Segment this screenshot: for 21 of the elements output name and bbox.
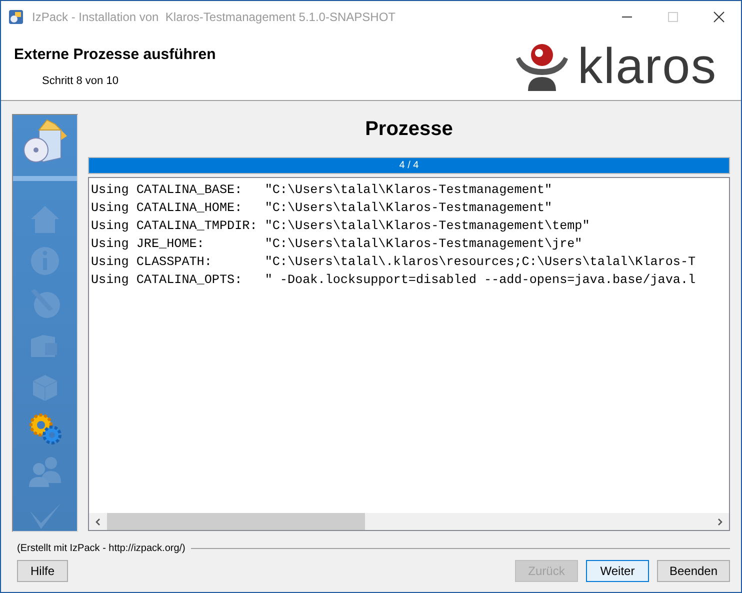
next-button[interactable]: Weiter bbox=[586, 560, 649, 582]
log-line: Using CATALINA_OPTS: " -Doak.locksupport=disabled --add-opens=java.base/java.l bbox=[91, 272, 697, 289]
logo-text: klaros bbox=[578, 41, 717, 91]
page-heading: Externe Prozesse ausführen bbox=[14, 46, 216, 62]
quit-button[interactable]: Beenden bbox=[657, 560, 730, 582]
window-title: IzPack - Installation von Klaros-Testmanagement 5.1.0-SNAPSHOT bbox=[32, 10, 396, 24]
app-icon bbox=[8, 8, 24, 24]
log-line: Using CLASSPATH: "C:\Users\talal\.klaros\resources;C:\Users\talal\Klaros-T bbox=[91, 254, 697, 271]
scroll-right-icon[interactable] bbox=[716, 518, 724, 526]
close-icon[interactable] bbox=[713, 10, 725, 22]
log-line: Using CATALINA_HOME: "C:\Users\talal\Klaros-Testmanagement" bbox=[91, 200, 554, 217]
log-line: Using CATALINA_TMPDIR: "C:\Users\talal\Klaros-Testmanagement\temp" bbox=[91, 218, 591, 235]
progress-label: 4 / 4 bbox=[399, 159, 419, 173]
scrollbar-thumb[interactable] bbox=[107, 513, 365, 530]
scroll-left-icon[interactable] bbox=[94, 518, 102, 526]
log-line: Using CATALINA_BASE: "C:\Users\talal\Klaros-Testmanagement" bbox=[91, 182, 554, 199]
panel-title: Prozesse bbox=[364, 117, 454, 142]
step-counter: Schritt 8 von 10 bbox=[42, 74, 120, 86]
help-button[interactable]: Hilfe bbox=[17, 560, 68, 582]
credit-text: (Erstellt mit IzPack - http://izpack.org/) bbox=[17, 543, 186, 554]
log-line: Using JRE_HOME: "C:\Users\talal\Klaros-Testmanagement\jre" bbox=[91, 236, 584, 253]
